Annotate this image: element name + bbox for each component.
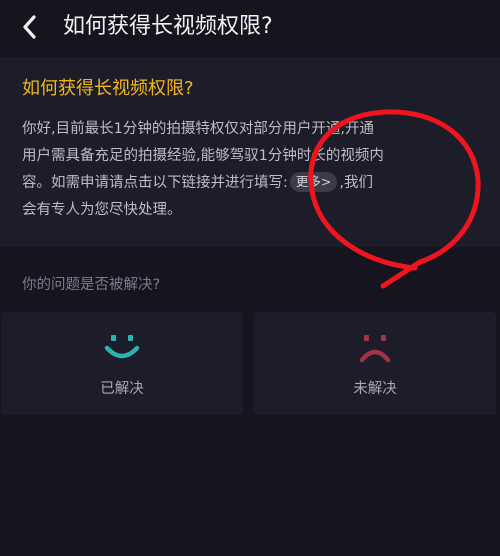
back-button[interactable] — [12, 9, 48, 45]
help-article-page: 如何获得长视频权限? 如何获得长视频权限? 你好,目前最长1分钟的拍摄特权仅对部… — [0, 0, 500, 556]
article-text-line: 会有专人为您尽快处理。 — [22, 202, 182, 218]
page-title: 如何获得长视频权限? — [63, 14, 273, 39]
article-text-line: ,我们 — [339, 175, 373, 191]
solved-label: 已解决 — [100, 381, 144, 397]
top-bar: 如何获得长视频权限? — [0, 0, 500, 54]
article-text-line: 你好,目前最长1分钟的拍摄特权仅对部分用户开通,开通 — [22, 121, 374, 137]
unsolved-label: 未解决 — [353, 381, 397, 397]
article-card: 如何获得长视频权限? 你好,目前最长1分钟的拍摄特权仅对部分用户开通,开通 用户… — [0, 57, 500, 247]
sad-face-icon — [359, 335, 391, 363]
unsolved-button[interactable]: 未解决 — [254, 312, 496, 415]
solved-button[interactable]: 已解决 — [1, 312, 243, 415]
smiley-face-icon — [104, 335, 140, 359]
article-text-line: 容。如需申请请点击以下链接并进行填写: — [22, 175, 288, 191]
feedback-question: 你的问题是否被解决? — [22, 277, 161, 293]
chevron-left-icon — [23, 15, 36, 39]
article-body: 你好,目前最长1分钟的拍摄特权仅对部分用户开通,开通 用户需具备充足的拍摄经验,… — [22, 116, 478, 224]
article-heading: 如何获得长视频权限? — [22, 78, 194, 99]
more-link[interactable]: 更多> — [289, 172, 338, 192]
article-text-line: 用户需具备充足的拍摄经验,能够驾驭1分钟时长的视频内 — [22, 148, 384, 164]
